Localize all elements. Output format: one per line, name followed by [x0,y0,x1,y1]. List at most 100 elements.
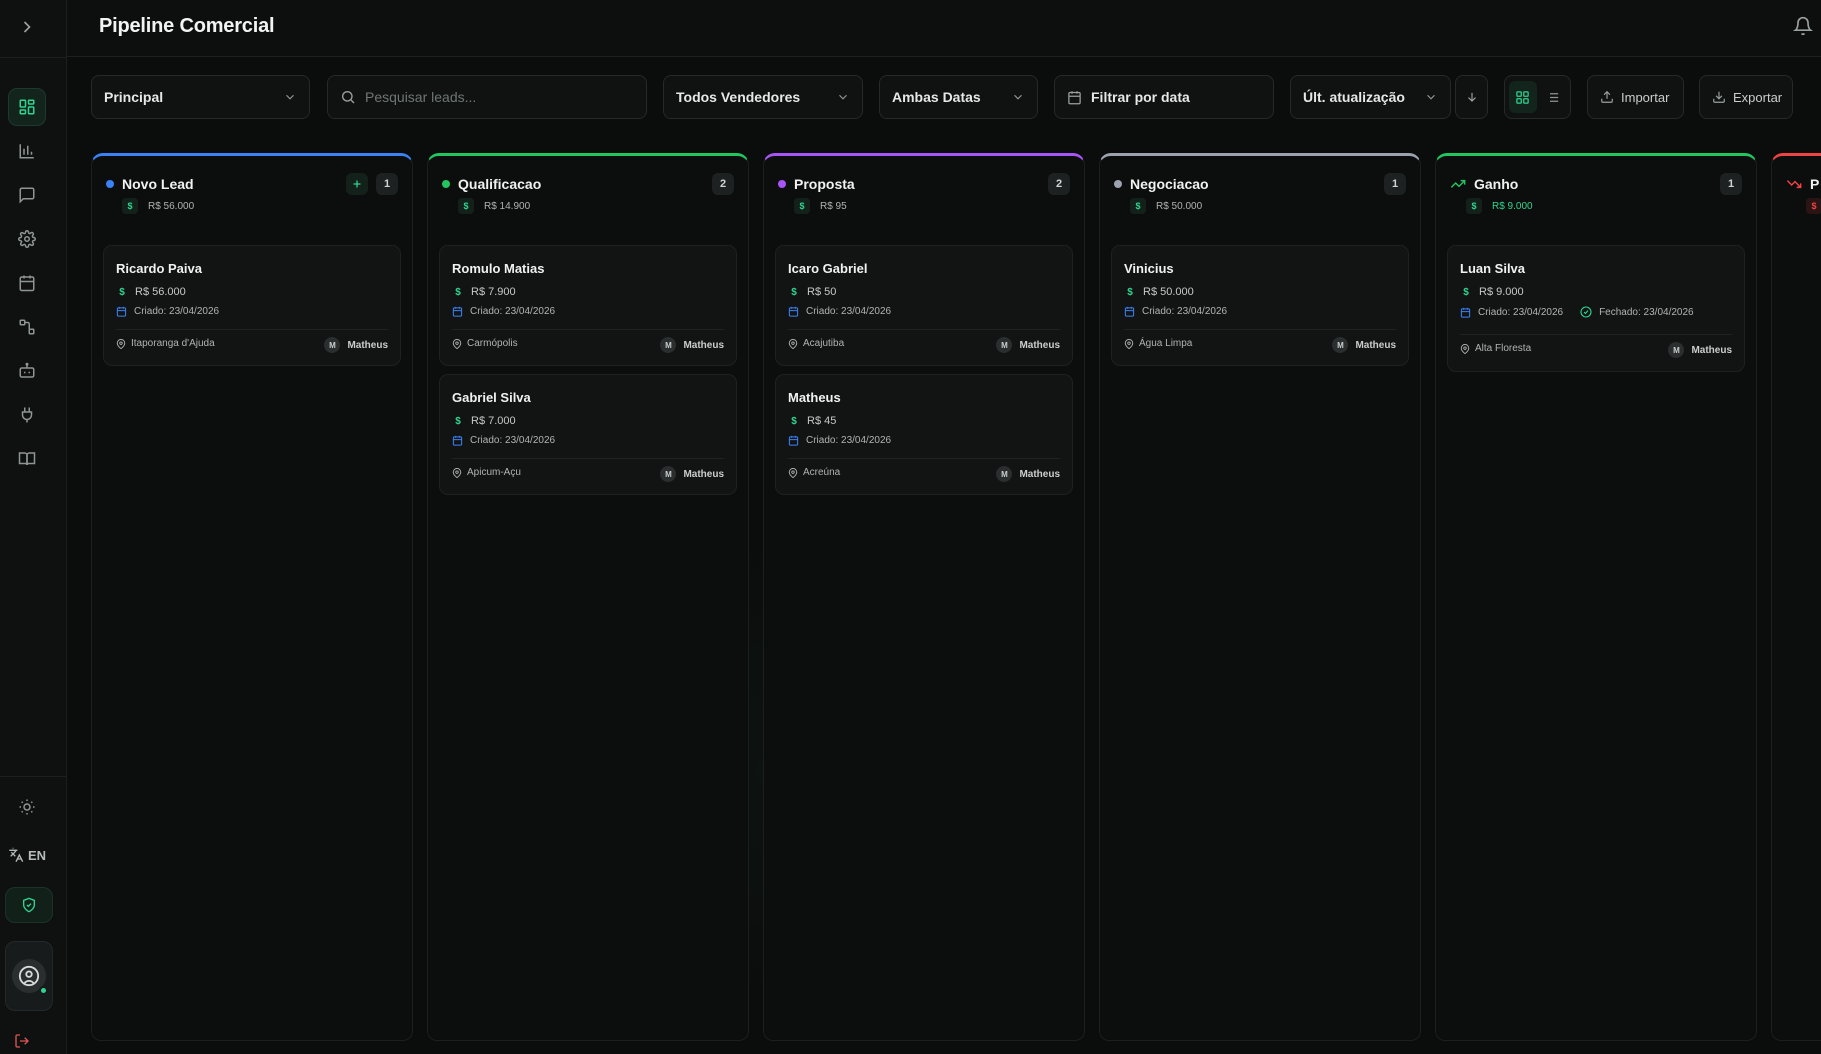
sidebar-divider-bottom [0,776,67,777]
theme-toggle-sun-icon[interactable] [14,794,40,820]
search-input[interactable]: Pesquisar leads... [327,75,647,119]
lead-location: Acreúna [788,467,840,478]
sellers-select-value: Todos Vendedores [676,89,801,105]
lead-owner: M Matheus [660,337,724,353]
lead-created-row: Criado: 23/04/2026 [788,306,891,317]
nav-pipeline-icon[interactable] [8,88,46,126]
lead-value-row: $ R$ 7.900 [452,286,516,298]
plus-icon [353,180,361,188]
column-title: Proposta [794,176,855,192]
calendar-icon [1460,307,1471,318]
lead-closed: Fechado: 23/04/2026 [1599,306,1694,318]
lead-name: Romulo Matias [452,261,545,276]
nav-workflow-icon[interactable] [14,314,40,340]
lead-value-row: $ R$ 56.000 [116,286,186,298]
owner-name: Matheus [1691,344,1732,356]
nav-settings-icon[interactable] [14,226,40,252]
view-toggle [1504,75,1571,119]
nav-calendar-icon[interactable] [14,270,40,296]
lead-name: Icaro Gabriel [788,261,868,276]
column-total: $ R$ 95 [794,198,847,214]
column-total: $ R$ 9.000 [1466,198,1533,214]
column-negociacao: Negociacao 1 $ R$ 50.000 Vinicius $ R$ 50… [1099,153,1421,1041]
calendar-icon [1067,90,1082,105]
column-header: Ganho 1 [1450,173,1742,195]
column-count: 1 [376,173,398,195]
sort-select[interactable]: Últ. atualização [1290,75,1451,119]
map-pin-icon [1124,338,1134,349]
import-button[interactable]: Importar [1587,75,1684,119]
dollar-icon: $ [791,415,797,427]
nav-reports-icon[interactable] [14,138,40,164]
nav-bot-icon[interactable] [14,358,40,384]
lead-created: Criado: 23/04/2026 [806,435,892,446]
dates-select[interactable]: Ambas Datas [879,75,1038,119]
date-filter-button[interactable]: Filtrar por data [1054,75,1274,119]
chevron-down-icon [1011,90,1025,104]
lead-value-row: $ R$ 50.000 [1124,286,1194,298]
column-header: Qualificacao 2 [442,173,734,195]
security-button[interactable] [5,887,53,923]
column-title: Ganho [1474,176,1519,192]
column-total-value: R$ 50.000 [1156,200,1203,212]
lead-created: Criado: 23/04/2026 [1478,306,1564,318]
lead-card[interactable]: Vinicius $ R$ 50.000 Criado: 23/04/2026 Á… [1111,245,1409,366]
card-divider [116,329,388,330]
lead-value-row: $ R$ 50 [788,286,836,298]
sellers-select[interactable]: Todos Vendedores [663,75,863,119]
card-divider [1460,334,1732,335]
lead-card[interactable]: Romulo Matias $ R$ 7.900 Criado: 23/04/20… [439,245,737,366]
lead-created: Criado: 23/04/2026 [806,306,892,317]
lead-created-row: Criado: 23/04/2026 [116,306,219,317]
sort-direction-button[interactable] [1455,75,1488,119]
add-lead-button[interactable] [346,173,368,195]
language-switch[interactable]: EN [8,847,46,863]
column-qualificacao: Qualificacao 2 $ R$ 14.900 Romulo Matias… [427,153,749,1041]
lead-owner: M Matheus [1332,337,1396,353]
column-header: P [1786,173,1821,195]
upload-icon [1600,90,1614,104]
nav-integrations-icon[interactable] [14,402,40,428]
lead-card[interactable]: Icaro Gabriel $ R$ 50 Criado: 23/04/2026 … [775,245,1073,366]
column-total: $ R$ 56.000 [122,198,194,214]
user-menu[interactable] [5,941,53,1011]
column-proposta: Proposta 2 $ R$ 95 Icaro Gabriel $ R$ 50 … [763,153,1085,1041]
lead-card[interactable]: Matheus $ R$ 45 Criado: 23/04/2026 Acreún… [775,374,1073,495]
nav-docs-icon[interactable] [14,446,40,472]
lead-card[interactable]: Luan Silva $ R$ 9.000 Criado: 23/04/2026 … [1447,245,1745,372]
card-divider [452,329,724,330]
nav-chat-icon[interactable] [14,182,40,208]
grid-view-icon[interactable] [1509,81,1537,113]
lead-created: Criado: 23/04/2026 [134,306,220,317]
owner-name: Matheus [1019,468,1060,480]
column-title: Novo Lead [122,176,194,192]
lead-value: R$ 7.900 [471,286,516,298]
online-status-dot [39,986,48,995]
owner-name: Matheus [1019,339,1060,351]
lead-location-text: Água Limpa [1139,338,1193,349]
calendar-icon [788,435,799,446]
dollar-icon: $ [1463,286,1469,298]
dollar-icon: $ [791,286,797,298]
list-view-icon[interactable] [1539,81,1567,113]
lead-name: Ricardo Paiva [116,261,202,276]
lead-created-row: Criado: 23/04/2026 [452,306,555,317]
logout-icon[interactable] [14,1033,30,1049]
column-count: 1 [1720,173,1742,195]
export-button[interactable]: Exportar [1699,75,1793,119]
lead-value-row: $ R$ 9.000 [1460,286,1523,298]
pipeline-select[interactable]: Principal [91,75,310,119]
bell-icon[interactable] [1793,16,1813,36]
lead-location-text: Alta Floresta [1475,343,1532,354]
expand-sidebar-icon[interactable] [17,17,37,37]
owner-avatar: M [996,337,1013,353]
dollar-icon: $ [1130,198,1146,214]
dollar-icon: $ [458,198,474,214]
column-total-value: R$ 56.000 [148,200,195,212]
lead-location: Água Limpa [1124,338,1192,349]
column-total-value: R$ 9.000 [1492,200,1533,212]
lead-card[interactable]: Gabriel Silva $ R$ 7.000 Criado: 23/04/20… [439,374,737,495]
column-ganho: Ganho 1 $ R$ 9.000 Luan Silva $ R$ 9.000 … [1435,153,1757,1041]
lead-created: Criado: 23/04/2026 [470,306,556,317]
lead-card[interactable]: Ricardo Paiva $ R$ 56.000 Criado: 23/04/2… [103,245,401,366]
